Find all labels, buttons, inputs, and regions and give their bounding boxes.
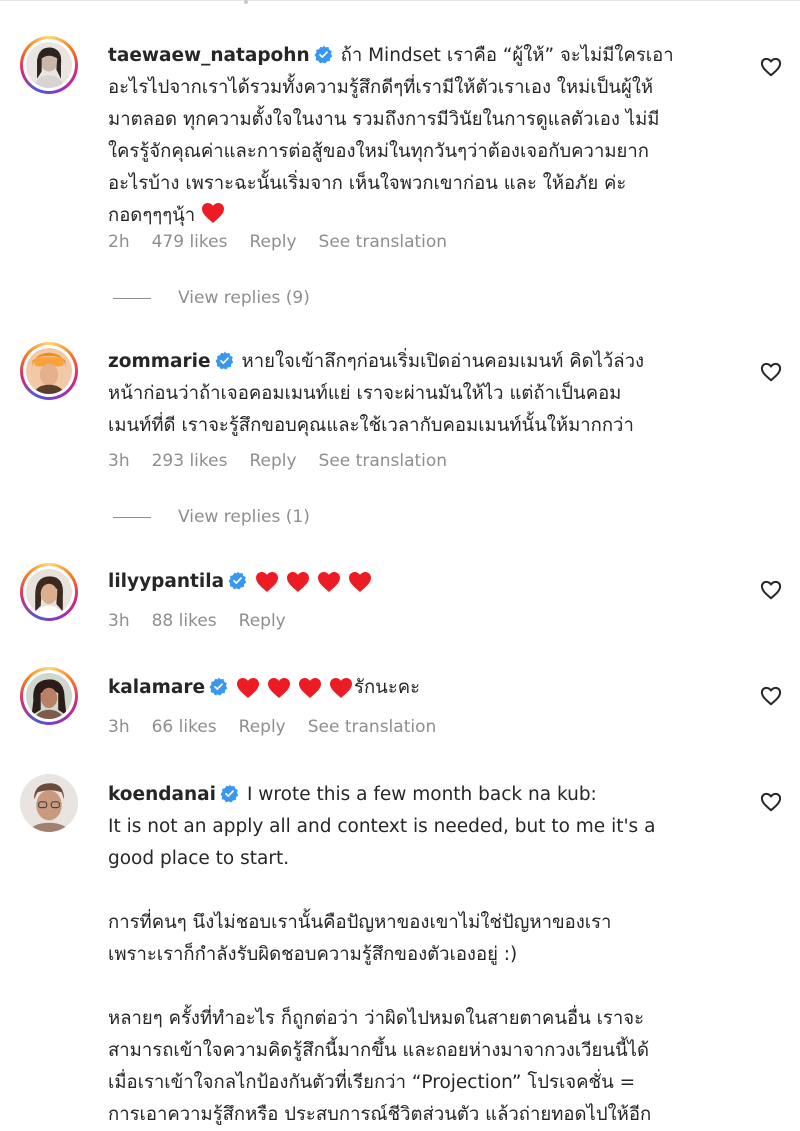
red-heart-icon (349, 572, 372, 592)
red-heart-icon (268, 678, 291, 698)
comment-text-line: อะไรบ้าง เพราะฉะนั้นเริ่มจาก เห็นใจพวกเข… (108, 173, 627, 194)
avatar[interactable] (20, 774, 78, 832)
likes-count[interactable]: 88 likes (152, 611, 217, 631)
comment-text-line: การที่คนๆ นึงไม่ชอบเรานั้นคือปัญหาของเขา… (108, 912, 612, 933)
verified-badge-icon (314, 45, 332, 64)
heart-emojis (236, 675, 354, 707)
see-translation-link[interactable]: See translation (319, 451, 448, 471)
avatar[interactable] (20, 342, 78, 400)
comment-text-line: หายใจเข้าลึกๆก่อนเริ่มเปิดอ่านคอมเมนท์ ค… (241, 351, 645, 372)
heart-outline-icon[interactable] (760, 57, 782, 77)
top-divider (0, 0, 800, 1)
likes-count[interactable]: 479 likes (152, 232, 228, 252)
comment-username[interactable]: lilyypantila (108, 571, 224, 592)
view-replies-label: View replies (9) (178, 288, 310, 308)
heart-emojis (255, 569, 379, 601)
reply-button[interactable]: Reply (249, 451, 296, 471)
replies-divider (113, 516, 151, 518)
comment-text-line: สามารถเข้าใจความคิดรู้สึกนี้มากขึ้น และถ… (108, 1040, 649, 1061)
comment-text-line (108, 875, 738, 907)
comment-username[interactable]: zommarie (108, 351, 211, 372)
red-heart-icon (299, 678, 322, 698)
comment-text-line: หน้าก่อนว่าถ้าเจอคอมเมนท์แย่ เราจะผ่านมั… (108, 383, 622, 404)
verified-badge-icon (228, 571, 247, 590)
view-replies-button[interactable]: View replies (9) (113, 288, 310, 308)
likes-count[interactable]: 66 likes (152, 717, 217, 737)
likes-count[interactable]: 293 likes (152, 451, 228, 471)
comment-text-line: It is not an apply all and context is ne… (108, 816, 656, 837)
comment-text-line: หลายๆ ครั้งที่ทำอะไร ก็ถูกต่อว่า ว่าผิดไ… (108, 1008, 645, 1029)
avatar[interactable] (20, 667, 78, 725)
view-replies-button[interactable]: View replies (1) (113, 507, 310, 527)
comment-text-line: กอดๆๆๆนุ้า (108, 205, 196, 226)
comment-text-line: ถ้า Mindset เราคือ “ผู้ให้” จะไม่มีใครเอ… (340, 45, 674, 66)
heart-outline-icon[interactable] (760, 362, 782, 382)
heart-outline-icon[interactable] (760, 580, 782, 600)
view-replies-label: View replies (1) (178, 507, 310, 527)
verified-badge-icon (209, 677, 228, 696)
scroll-indicator (244, 0, 248, 4)
see-translation-link[interactable]: See translation (308, 717, 437, 737)
comment-time: 3h (108, 451, 130, 471)
replies-divider (113, 297, 151, 299)
comment-text-line: เมื่อเราเข้าใจกลไกป้องกันตัวที่เรียกว่า … (108, 1072, 636, 1093)
comment-time: 3h (108, 717, 130, 737)
red-heart-icon (318, 572, 341, 592)
comment-time: 2h (108, 232, 130, 252)
comment-text-line: อะไรไปจากเราได้รวมทั้งความรู้สึกดีๆที่เร… (108, 77, 654, 98)
comment-text-line: ใครรู้จักคุณค่าและการต่อสู้ของใหม่ในทุกว… (108, 141, 649, 162)
see-translation-link[interactable]: See translation (319, 232, 448, 252)
red-heart-icon (237, 678, 260, 698)
verified-badge-icon (215, 351, 233, 370)
red-heart-icon (202, 203, 225, 223)
comment-time: 3h (108, 611, 130, 631)
red-heart-icon (287, 572, 310, 592)
reply-button[interactable]: Reply (239, 611, 286, 631)
reply-button[interactable]: Reply (239, 717, 286, 737)
avatar[interactable] (20, 563, 78, 621)
heart-outline-icon[interactable] (760, 792, 782, 812)
comment-username[interactable]: kalamare (108, 677, 205, 698)
reply-button[interactable]: Reply (249, 232, 296, 252)
red-heart-icon (256, 572, 279, 592)
avatar[interactable] (20, 36, 78, 94)
comment-username[interactable]: koendanai (108, 784, 216, 805)
comment-text-line (108, 971, 738, 1003)
comment-text-line: I wrote this a few month back na kub: (246, 784, 597, 805)
comment-text-line: มาตลอด ทุกความตั้งใจในงาน รวมถึงการมีวิน… (108, 109, 660, 130)
red-heart-icon (330, 678, 353, 698)
comment-text-line: รักนะคะ (354, 677, 421, 698)
heart-outline-icon[interactable] (760, 686, 782, 706)
comment-text-line: เมนท์ที่ดี เราจะรู้สึกขอบคุณและใช้เวลากั… (108, 415, 634, 436)
comment-text-line: good place to start. (108, 848, 290, 869)
verified-badge-icon (220, 784, 239, 803)
comment-text-line: การเอาความรู้สึกหรือ ประสบการณ์ชีวิตส่วน… (108, 1104, 652, 1125)
comment-username[interactable]: taewaew_natapohn (108, 45, 310, 66)
comment-text-line: เพราะเราก็กำลังรับผิดชอบความรู้สึกของตัว… (108, 944, 518, 965)
